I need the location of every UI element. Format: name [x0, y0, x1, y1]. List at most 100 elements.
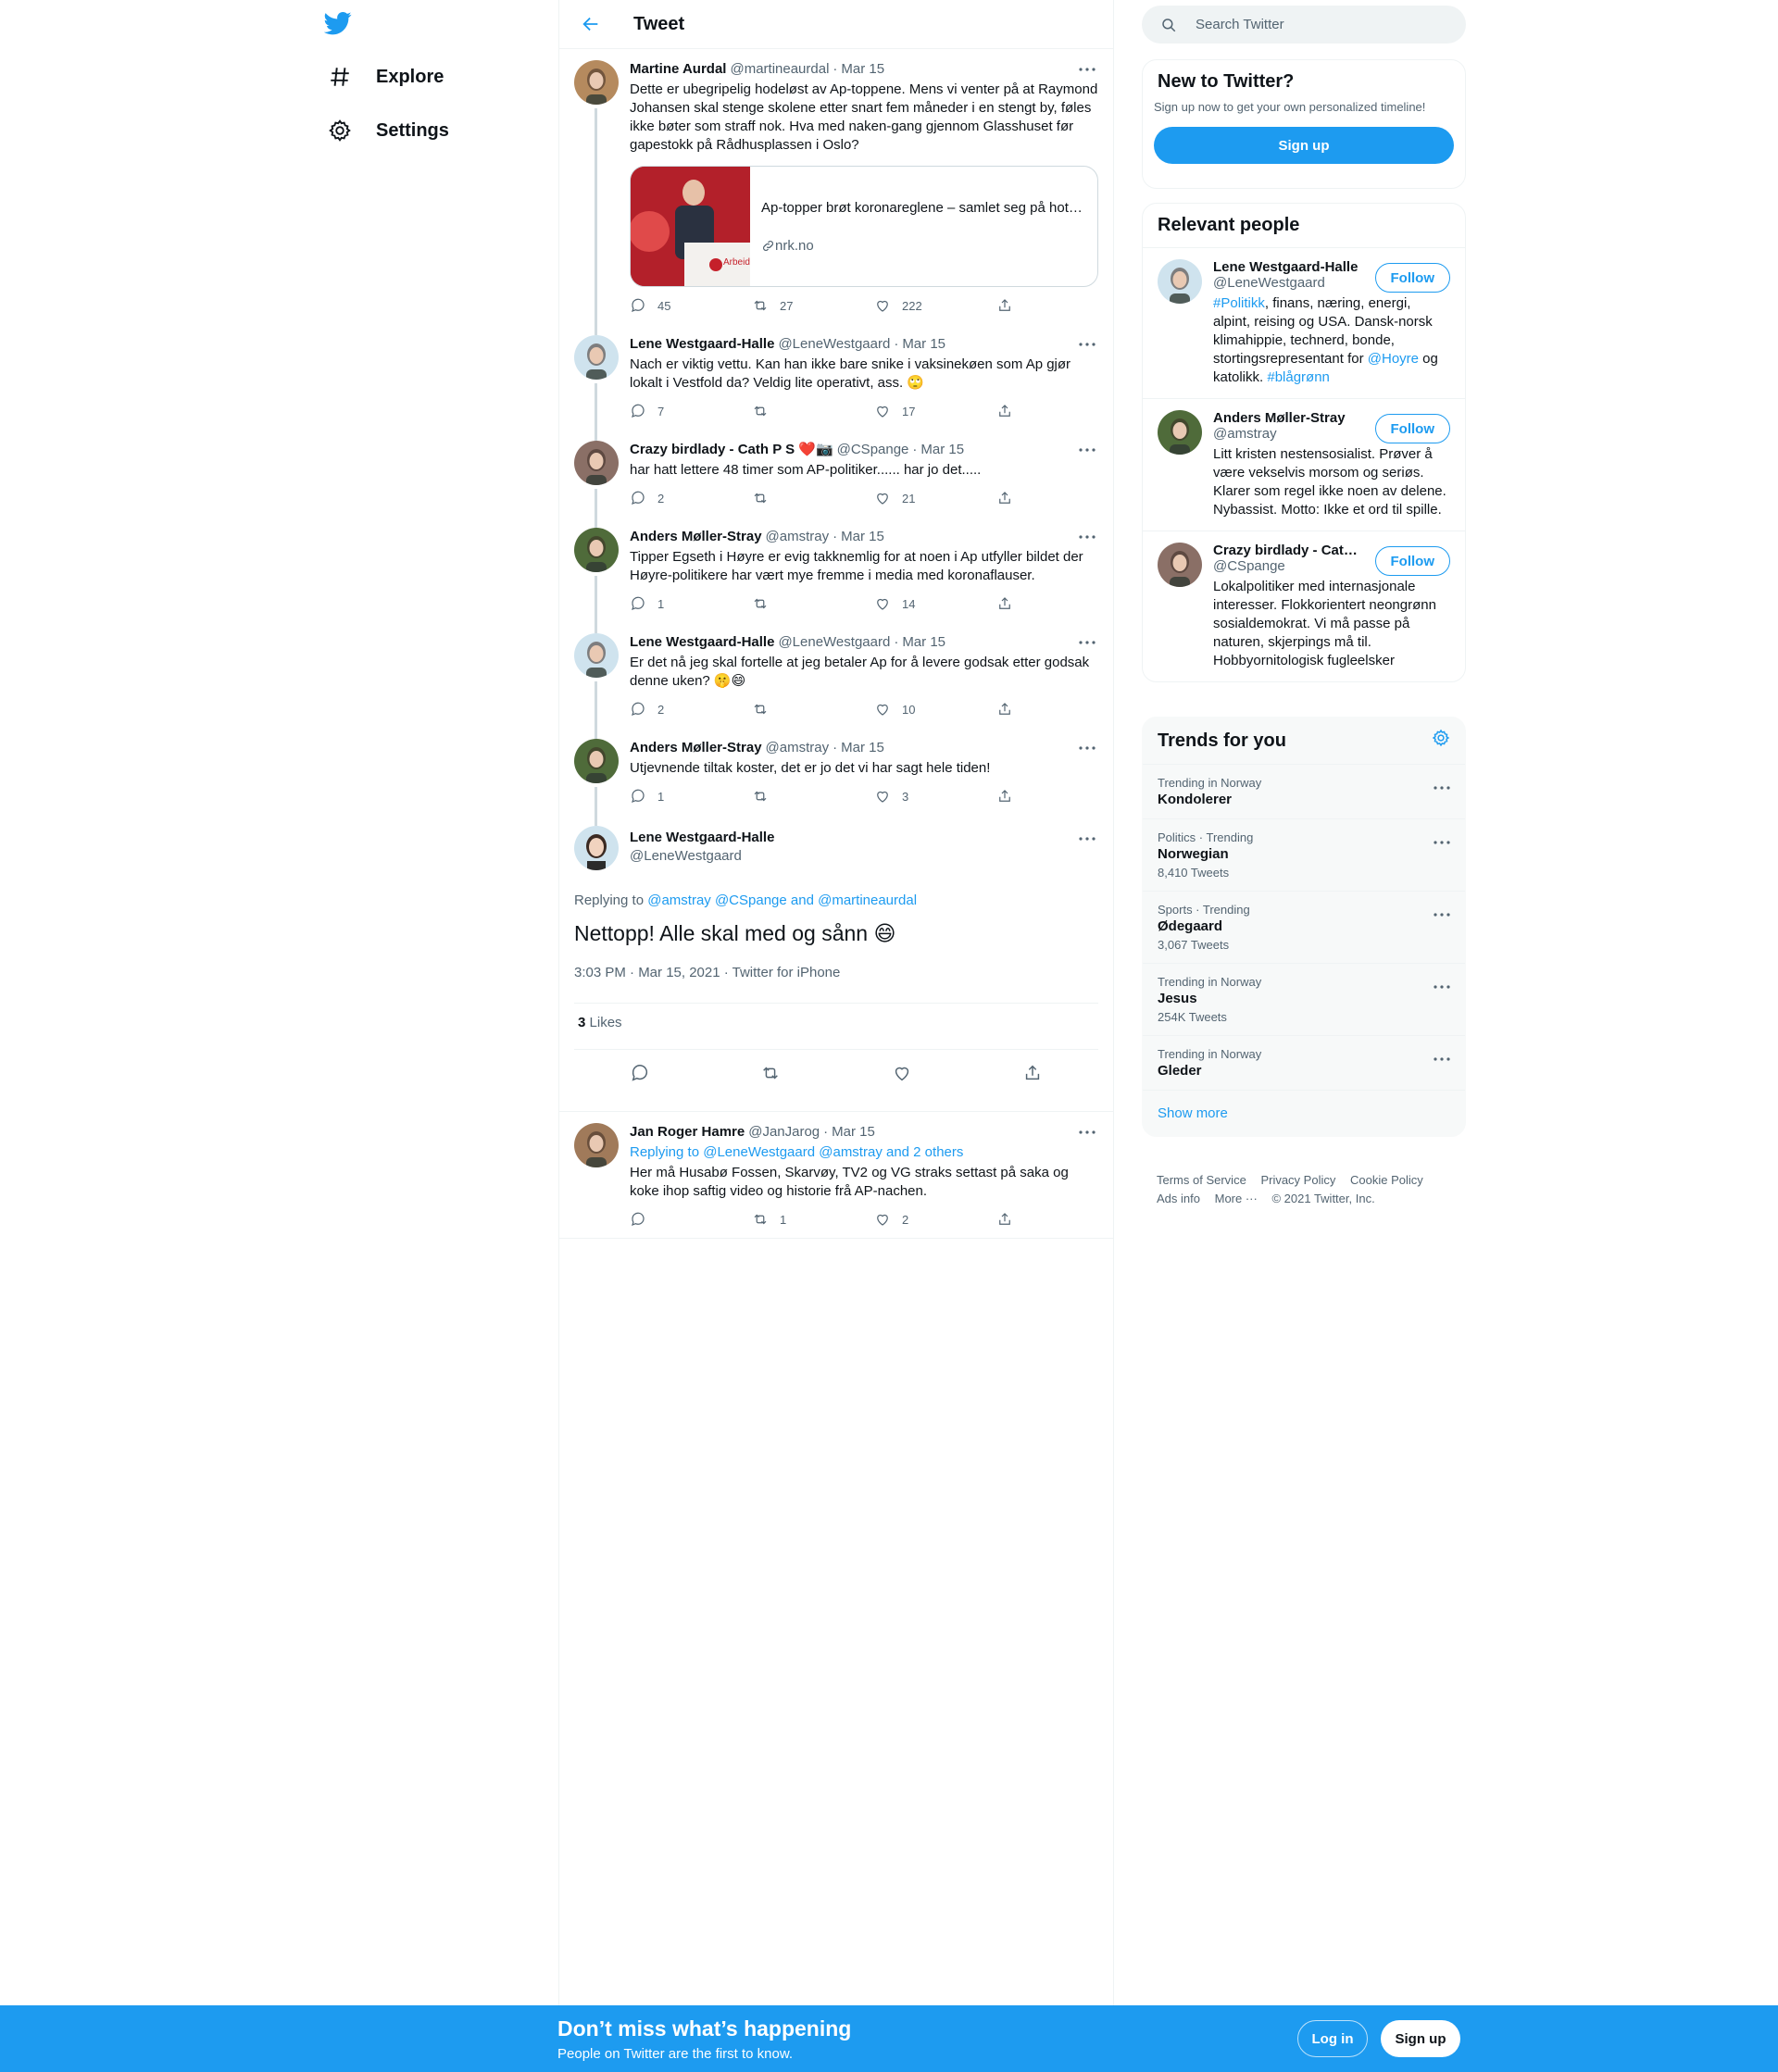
author-handle[interactable]: @LeneWestgaard	[778, 633, 890, 652]
retweet-icon[interactable]	[752, 1055, 789, 1092]
trend-item[interactable]: Trending in Norway Jesus 254K Tweets	[1143, 963, 1465, 1035]
more-icon[interactable]	[1076, 335, 1098, 354]
more-icon[interactable]	[1434, 1049, 1450, 1066]
more-icon[interactable]	[1076, 830, 1098, 848]
author-handle[interactable]: @amstray	[766, 528, 830, 546]
follow-button[interactable]: Follow	[1374, 546, 1450, 576]
author-name[interactable]: Anders Møller-Stray	[630, 739, 762, 757]
heart-button[interactable]: 21	[874, 490, 996, 506]
reply-button[interactable]: 45	[630, 297, 752, 314]
reply-button[interactable]: 1	[630, 788, 752, 805]
share-icon[interactable]	[1014, 1055, 1051, 1092]
avatar[interactable]	[574, 739, 619, 783]
author-handle[interactable]: @martineaurdal	[730, 60, 829, 79]
more-icon[interactable]	[1076, 60, 1098, 79]
sign-up-button[interactable]: Sign up	[1154, 127, 1454, 164]
share-button[interactable]	[996, 403, 1033, 419]
thread-tweet[interactable]: Lene Westgaard-Halle @LeneWestgaard · Mar 1…	[559, 324, 1113, 441]
trend-item[interactable]: Trending in Norway Gleder	[1143, 1035, 1465, 1090]
retweet-button[interactable]	[752, 701, 874, 718]
avatar[interactable]	[1158, 259, 1202, 304]
avatar[interactable]	[1158, 543, 1202, 587]
author-handle[interactable]: @LeneWestgaard	[778, 335, 890, 354]
heart-button[interactable]: 222	[874, 297, 996, 314]
tweet-timestamp[interactable]: 3:03 PM · Mar 15, 2021 · Twitter for iPh…	[574, 965, 840, 980]
replying-to-links[interactable]: @LeneWestgaard @amstray and 2 others	[703, 1144, 963, 1160]
sign-up-button[interactable]: Sign up	[1381, 2020, 1460, 2057]
thread-tweet[interactable]: Martine Aurdal @martineaurdal · Mar 15 Dette…	[559, 49, 1113, 335]
retweet-button[interactable]: 1	[752, 1211, 874, 1228]
retweet-button[interactable]: 27	[752, 297, 874, 314]
retweet-button[interactable]	[752, 490, 874, 506]
person-card[interactable]: Lene Westgaard-Halle @LeneWestgaard #Polit…	[1143, 247, 1465, 398]
heart-button[interactable]: 14	[874, 595, 996, 612]
tweet-date[interactable]: Mar 15	[902, 633, 945, 652]
footer-link[interactable]: Ads info	[1157, 1192, 1200, 1205]
bio-link[interactable]: #Politikk	[1213, 295, 1265, 311]
gear-icon[interactable]	[1432, 729, 1450, 753]
retweet-button[interactable]	[752, 403, 874, 419]
author-name[interactable]: Jan Roger Hamre	[630, 1123, 745, 1142]
heart-button[interactable]: 3	[874, 788, 996, 805]
share-button[interactable]	[996, 1211, 1033, 1228]
avatar[interactable]	[574, 335, 619, 380]
avatar[interactable]	[1158, 410, 1202, 455]
more-icon[interactable]	[1434, 778, 1450, 794]
heart-button[interactable]: 17	[874, 403, 996, 419]
author-handle[interactable]: @CSpange	[837, 441, 909, 459]
search-input[interactable]	[1196, 17, 1436, 32]
more-icon[interactable]	[1076, 1123, 1098, 1142]
reply-button[interactable]: 7	[630, 403, 752, 419]
share-button[interactable]	[996, 788, 1033, 805]
more-icon[interactable]	[1434, 977, 1450, 993]
reply-button[interactable]: 1	[630, 595, 752, 612]
footer-link[interactable]: Cookie Policy	[1350, 1173, 1423, 1187]
share-button[interactable]	[996, 297, 1033, 314]
search-box[interactable]	[1142, 6, 1466, 44]
bio-link[interactable]: #blågrønn	[1267, 369, 1330, 385]
avatar[interactable]	[574, 633, 619, 678]
avatar[interactable]	[574, 528, 619, 572]
replying-to-links[interactable]: @amstray @CSpange and @martineaurdal	[647, 892, 917, 908]
reply-button[interactable]: 2	[630, 701, 752, 718]
author-handle[interactable]: @amstray	[766, 739, 830, 757]
author-handle[interactable]: @LeneWestgaard	[630, 848, 742, 864]
tweet-date[interactable]: Mar 15	[902, 335, 945, 354]
author-name[interactable]: Lene Westgaard-Halle	[630, 830, 774, 845]
more-icon[interactable]	[1076, 528, 1098, 546]
more-icon[interactable]	[1434, 905, 1450, 921]
thread-tweet[interactable]: Anders Møller-Stray @amstray · Mar 15 Tipper…	[559, 517, 1113, 633]
footer-link[interactable]: Privacy Policy	[1260, 1173, 1335, 1187]
nav-settings[interactable]: Settings	[326, 105, 449, 156]
retweet-button[interactable]	[752, 595, 874, 612]
more-icon[interactable]	[1076, 739, 1098, 757]
reply-tweet[interactable]: Jan Roger Hamre @JanJarog · Mar 15 Replying …	[559, 1112, 1113, 1239]
avatar[interactable]	[574, 1123, 619, 1167]
avatar[interactable]	[574, 441, 619, 485]
person-card[interactable]: Crazy birdlady - Cat… @CSpange Lokalpoliti…	[1143, 530, 1465, 681]
tweet-date[interactable]: Mar 15	[841, 739, 884, 757]
heart-button[interactable]: 10	[874, 701, 996, 718]
person-name[interactable]: Crazy birdlady - Cat…	[1213, 543, 1361, 558]
follow-button[interactable]: Follow	[1374, 414, 1450, 443]
share-button[interactable]	[996, 490, 1033, 506]
follow-button[interactable]: Follow	[1374, 263, 1450, 293]
share-button[interactable]	[996, 595, 1033, 612]
thread-tweet[interactable]: Anders Møller-Stray @amstray · Mar 15 Utjevn…	[559, 728, 1113, 826]
heart-button[interactable]: 2	[874, 1211, 996, 1228]
author-handle[interactable]: @JanJarog	[748, 1123, 820, 1142]
author-name[interactable]: Lene Westgaard-Halle	[630, 633, 774, 652]
more-icon[interactable]	[1434, 832, 1450, 849]
footer-link[interactable]: More ···	[1215, 1192, 1258, 1205]
more-icon[interactable]	[1076, 633, 1098, 652]
retweet-button[interactable]	[752, 788, 874, 805]
trend-item[interactable]: Sports · Trending Ødegaard 3,067 Tweets	[1143, 891, 1465, 963]
tweet-date[interactable]: Mar 15	[841, 60, 884, 79]
footer-link[interactable]: Terms of Service	[1157, 1173, 1246, 1187]
heart-icon[interactable]	[883, 1055, 920, 1092]
nav-explore[interactable]: Explore	[326, 51, 444, 103]
thread-tweet[interactable]: Crazy birdlady - Cath P S ❤️📷 @CSpange · Ma…	[559, 430, 1113, 528]
bio-link[interactable]: @Hoyre	[1368, 351, 1419, 367]
tweet-date[interactable]: Mar 15	[832, 1123, 875, 1142]
thread-tweet[interactable]: Lene Westgaard-Halle @LeneWestgaard · Mar 1…	[559, 622, 1113, 739]
